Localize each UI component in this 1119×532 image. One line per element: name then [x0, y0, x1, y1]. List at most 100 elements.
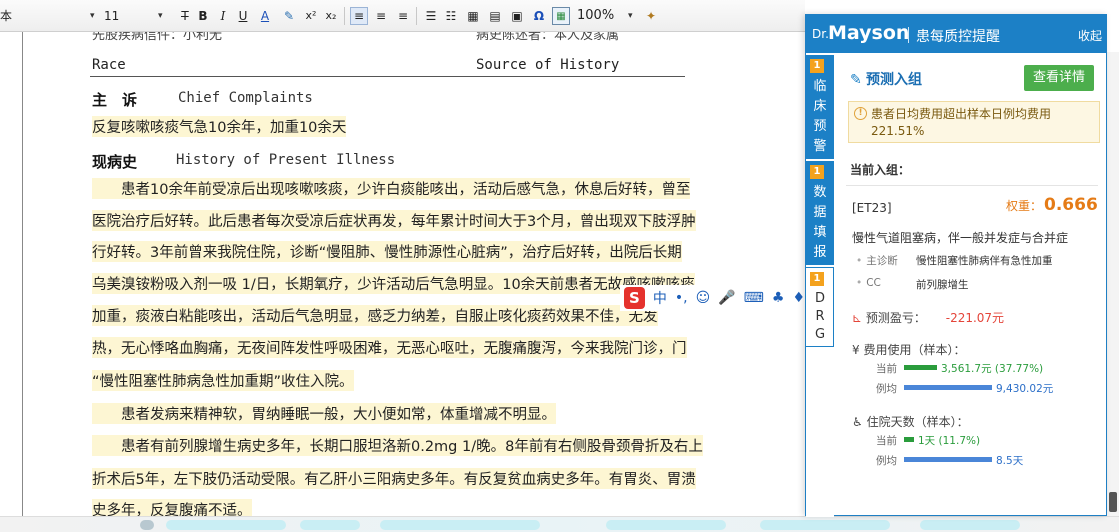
main-diagnosis-label: 主诊断 — [866, 255, 898, 267]
align-right-icon[interactable]: ≡ — [394, 7, 412, 25]
edit-mode-icon[interactable]: ✦ — [642, 7, 660, 25]
table-icon[interactable]: ▦ — [464, 7, 482, 25]
edit-icon: ✎ — [850, 72, 862, 88]
status-blur — [300, 520, 360, 530]
ime-language-toggle[interactable]: 中 — [653, 288, 667, 308]
days-current-row: 当前 1天 (11.7%) — [876, 433, 1106, 447]
insert-field-icon[interactable]: ▤ — [486, 7, 504, 25]
hpi-line[interactable]: 行好转。3年前曾来我院住院，诊断“慢阻肺、慢性肺源性心脏病”，治疗后好转，出院后… — [92, 241, 682, 262]
cost-warning: ! 患者日均费用超出样本日例均费用 221.51% — [848, 101, 1100, 143]
collapse-button[interactable]: 收起 — [1078, 27, 1102, 44]
spreadsheet-icon[interactable]: ▦ — [552, 7, 570, 25]
image-icon[interactable]: ▣ — [508, 7, 526, 25]
tab-clinical-warning[interactable]: 1 临床预警 — [806, 55, 834, 159]
hpi-line[interactable]: “慢性阻塞性肺病急性加重期”收住入院。 — [92, 370, 354, 391]
tab-label: DRG — [814, 291, 826, 342]
italic-icon[interactable]: I — [214, 7, 232, 25]
tab-count-badge: 1 — [810, 272, 824, 286]
tab-count-badge: 1 — [810, 59, 824, 73]
cost-current-row: 当前 3,561.7元 (37.77%) — [876, 361, 1106, 375]
font-color-icon[interactable]: A — [256, 7, 274, 25]
weight-label: 权重： — [1006, 199, 1043, 213]
chief-complaint-text[interactable]: 反复咳嗽咳痰气急10余年，加重10余天 — [92, 116, 347, 137]
warning-text: 患者日均费用超出样本日例均费用 221.51% — [871, 107, 1052, 138]
tab-label: 数据填报 — [813, 185, 827, 260]
emoji-icon[interactable]: ☺ — [696, 290, 711, 306]
hpi-line[interactable]: 患者10余年前受凉后出现咳嗽咳痰，少许白痰能咳出，活动后感气急，休息后好转，曾至 — [92, 178, 691, 199]
hpi-line[interactable]: 加重，痰液白粘能咳出，活动后气急明显，感乏力纳差，自服止咳化痰药效果不佳，无发 — [92, 305, 658, 326]
cc-value: 前列腺增生 — [916, 279, 969, 291]
hpi-line[interactable]: 乌美溴铵粉吸入剂一吸 1/日，长期氧疗，少许活动后气急明显。10余天前患者无故感… — [92, 273, 695, 294]
days-sample-value: 8.5天 — [996, 455, 1024, 467]
bold-icon[interactable]: B — [194, 7, 212, 25]
header-cut-left: 先股疾病信件：小利无 — [92, 32, 223, 43]
profit-label: 预测盈亏： — [865, 311, 926, 325]
quality-control-panel: Dr. Mayson 患每质控提醒 收起 1 临床预警 1 数据填报 1 DRG… — [805, 14, 1107, 517]
skin-icon[interactable]: ♣ — [772, 290, 785, 306]
document-page[interactable]: 先股疾病信件：小利无 病史陈述者：本人及家属 Race Source of Hi… — [0, 32, 805, 516]
panel-header: Dr. Mayson 患每质控提醒 收起 — [806, 15, 1106, 53]
tab-count-badge: 1 — [810, 165, 824, 179]
predict-group-title: ✎ 预测入组 — [850, 72, 922, 88]
font-name-select[interactable]: 本 — [0, 7, 80, 25]
cost-sample-row: 例均 9,430.02元 — [876, 381, 1106, 395]
app-window: 本 ▾ 11 ▾ T̶ B I U A ✎ x² x₂ ≡ ≡ ≡ ☰ ☷ ▦ … — [0, 0, 1119, 532]
clear-format-icon[interactable]: T̶ — [176, 7, 194, 25]
chevron-down-icon[interactable]: ▾ — [628, 7, 633, 25]
superscript-icon[interactable]: x² — [302, 7, 320, 25]
header-race: Race — [92, 57, 126, 73]
hpi-line[interactable]: 折术后5年，左下肢仍活动受限。有乙肝小三阳病史多年。有反复贫血病史多年。有胃炎、… — [92, 468, 696, 489]
hpi-en: History of Present Illness — [176, 152, 396, 168]
yuan-icon: ¥ — [852, 343, 860, 357]
chevron-down-icon[interactable]: ▾ — [90, 7, 95, 25]
wheelchair-icon: ♿ — [852, 415, 863, 429]
font-size-select[interactable]: 11 — [104, 7, 164, 25]
cost-current-label: 当前 — [876, 363, 897, 375]
view-details-button[interactable]: 查看详情 — [1024, 65, 1094, 91]
editor-toolbar: 本 ▾ 11 ▾ T̶ B I U A ✎ x² x₂ ≡ ≡ ≡ ☰ ☷ ▦ … — [0, 0, 805, 32]
keyboard-icon[interactable]: ⌨ — [744, 290, 764, 306]
ime-logo-icon[interactable]: S — [624, 287, 645, 309]
ime-toolbar[interactable]: S 中 •, ☺ 🎤 ⌨ ♣ ♦ — [620, 285, 805, 311]
ordered-list-icon[interactable]: ☰ — [422, 7, 440, 25]
chevron-down-icon[interactable]: ▾ — [158, 7, 163, 25]
days-current-bar — [904, 437, 914, 442]
status-blur — [606, 520, 726, 530]
subscript-icon[interactable]: x₂ — [322, 7, 340, 25]
special-char-icon[interactable]: Ω — [530, 7, 548, 25]
tab-drg[interactable]: 1 DRG — [806, 267, 834, 347]
cost-sample-bar — [904, 385, 992, 390]
shirt-icon[interactable]: ♦ — [792, 290, 805, 306]
drg-code: [ET23] — [852, 201, 892, 215]
align-center-icon[interactable]: ≡ — [372, 7, 390, 25]
brand-divider — [908, 27, 909, 43]
hpi-line[interactable]: 患者发病来精神软，胃纳睡眠一般，大小便如常，体重增减不明显。 — [92, 403, 556, 424]
cost-current-bar — [904, 365, 937, 370]
tab-label: 临床预警 — [813, 79, 827, 154]
drg-weight: 权重： 0.666 — [1006, 195, 1098, 215]
scrollbar-thumb[interactable] — [1109, 492, 1117, 512]
status-blur — [920, 520, 1020, 530]
align-left-icon[interactable]: ≡ — [350, 7, 368, 25]
brand-name: Mayson — [828, 22, 910, 44]
cost-usage-label: ¥ 费用使用（样本）： — [852, 343, 966, 357]
tab-data-report[interactable]: 1 数据填报 — [806, 161, 834, 265]
hpi-line[interactable]: 医院治疗后好转。此后患者每次受凉后症状再发，每年累计时间大于3个月，曾出现双下肢… — [92, 210, 696, 231]
highlight-icon[interactable]: ✎ — [280, 7, 298, 25]
cost-sample-label: 例均 — [876, 383, 897, 395]
hpi-line[interactable]: 患者有前列腺增生病史多年，长期口服坦洛新0.2mg 1/晚。8年前有右侧股骨颈骨… — [92, 435, 703, 456]
microphone-icon[interactable]: 🎤 — [718, 290, 735, 306]
brand-subtitle: 患每质控提醒 — [916, 29, 1000, 45]
hpi-line[interactable]: 热，无心悸咯血胸痛，无夜间阵发性呼吸困难，无恶心呕吐，无腹痛腹泻，今来我院门诊，… — [92, 337, 687, 358]
chart-icon: ⊾ — [852, 311, 863, 325]
vertical-scrollbar[interactable] — [1107, 52, 1119, 516]
days-sample-row: 例均 8.5天 — [876, 453, 1106, 467]
chief-complaint-title: 主 诉 — [92, 91, 138, 109]
punctuation-icon[interactable]: •, — [675, 290, 688, 306]
cost-current-value: 3,561.7元 (37.77%) — [941, 363, 1044, 375]
underline-icon[interactable]: U — [234, 7, 252, 25]
hpi-line[interactable]: 史多年，反复腹痛不适。 — [92, 499, 252, 516]
cc-label: CC — [866, 277, 881, 289]
header-source: Source of History — [476, 57, 620, 73]
bullet-list-icon[interactable]: ☷ — [442, 7, 460, 25]
